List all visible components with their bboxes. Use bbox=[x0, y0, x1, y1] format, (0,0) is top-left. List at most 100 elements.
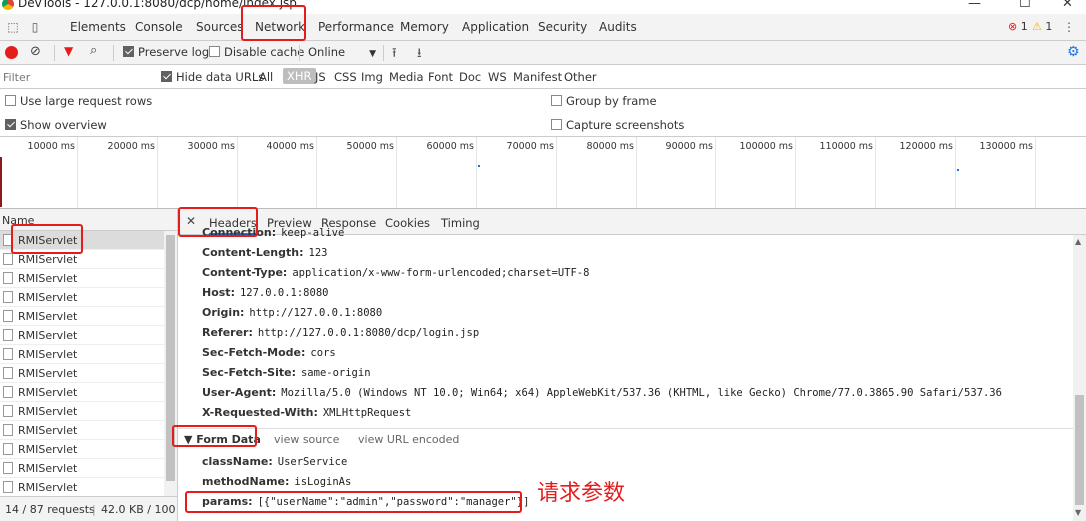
request-row[interactable]: RMIServlet bbox=[0, 307, 164, 326]
overview-tick-label: 20000 ms bbox=[107, 141, 155, 152]
file-icon bbox=[3, 291, 13, 303]
filter-type-manifest[interactable]: Manifest bbox=[513, 70, 562, 84]
request-name: RMIServlet bbox=[18, 367, 78, 380]
warning-icon: ⚠ bbox=[1032, 20, 1042, 33]
dropdown-arrow-icon: ▼ bbox=[369, 49, 377, 59]
request-row[interactable]: RMIServlet bbox=[0, 288, 164, 307]
warning-badge[interactable]: ⚠ 1 bbox=[1032, 20, 1052, 33]
disable-cache-checkbox[interactable]: Disable cache bbox=[209, 45, 304, 59]
export-har-icon[interactable]: ⭳ bbox=[417, 44, 422, 66]
request-list-scrollbar[interactable] bbox=[164, 231, 177, 496]
settings-gear-icon[interactable]: ⚙ bbox=[1067, 44, 1080, 60]
group-by-frame-checkbox[interactable]: Group by frame bbox=[551, 94, 657, 108]
large-request-rows-checkbox[interactable]: Use large request rows bbox=[5, 94, 152, 108]
request-row[interactable]: RMIServlet bbox=[0, 269, 164, 288]
filter-type-ws[interactable]: WS bbox=[488, 70, 507, 84]
header-key: Sec-Fetch-Mode: bbox=[202, 346, 306, 359]
request-row[interactable]: RMIServlet bbox=[0, 478, 164, 496]
toolbar-divider bbox=[113, 45, 114, 61]
details-scrollbar[interactable]: ▲ ▼ bbox=[1073, 235, 1086, 521]
throttling-select[interactable]: Online ▼ bbox=[308, 45, 376, 59]
capture-screenshots-checkbox[interactable]: Capture screenshots bbox=[551, 118, 684, 132]
request-row[interactable]: RMIServlet bbox=[0, 440, 164, 459]
error-badge[interactable]: ⊗ 1 bbox=[1008, 20, 1028, 33]
request-row[interactable]: RMIServlet bbox=[0, 459, 164, 478]
filter-type-font[interactable]: Font bbox=[428, 70, 453, 84]
clear-icon[interactable]: ⊘ bbox=[30, 44, 41, 59]
inspect-element-icon[interactable]: ⬚ bbox=[6, 20, 20, 34]
header-key: User-Agent: bbox=[202, 386, 277, 399]
overview-tick-label: 70000 ms bbox=[506, 141, 554, 152]
request-row[interactable]: RMIServlet bbox=[0, 364, 164, 383]
preserve-log-checkbox[interactable]: Preserve log bbox=[123, 45, 209, 59]
header-value: same-origin bbox=[300, 367, 371, 379]
request-row[interactable]: RMIServlet bbox=[0, 402, 164, 421]
network-overview-timeline[interactable]: 10000 ms 20000 ms 30000 ms 40000 ms 50000 ms… bbox=[0, 137, 1086, 209]
filter-type-xhr[interactable]: XHR bbox=[283, 68, 316, 84]
view-source-link[interactable]: view source bbox=[274, 433, 339, 446]
tab-sources[interactable]: Sources bbox=[196, 20, 243, 34]
filter-type-media[interactable]: Media bbox=[389, 70, 424, 84]
filter-type-doc[interactable]: Doc bbox=[459, 70, 481, 84]
request-row[interactable]: RMIServlet bbox=[0, 231, 164, 250]
request-name: RMIServlet bbox=[18, 348, 78, 361]
filter-type-other[interactable]: Other bbox=[564, 70, 597, 84]
minimize-button[interactable]: — bbox=[968, 0, 981, 11]
tab-memory[interactable]: Memory bbox=[400, 20, 449, 34]
device-toolbar-icon[interactable]: ▯ bbox=[28, 20, 42, 34]
overview-tick-line bbox=[795, 137, 796, 208]
request-name: RMIServlet bbox=[18, 291, 78, 304]
header-value: http://127.0.0.1:8080/dcp/login.jsp bbox=[257, 327, 480, 339]
filter-icon[interactable]: ▼ bbox=[64, 44, 73, 58]
tab-performance[interactable]: Performance bbox=[318, 20, 394, 34]
scrollbar-thumb[interactable] bbox=[166, 235, 175, 481]
filter-type-img[interactable]: Img bbox=[361, 70, 383, 84]
hide-data-urls-checkbox[interactable]: Hide data URLs bbox=[161, 70, 264, 84]
request-headers-list: Connection: keep-alive Content-Length: 123 C… bbox=[178, 209, 1073, 428]
show-overview-checkbox[interactable]: Show overview bbox=[5, 118, 107, 132]
tab-elements[interactable]: Elements bbox=[70, 20, 126, 34]
more-options-icon[interactable]: ⋮ bbox=[1062, 20, 1076, 34]
request-row[interactable]: RMIServlet bbox=[0, 421, 164, 440]
search-icon[interactable]: ⌕ bbox=[90, 43, 97, 58]
request-name: RMIServlet bbox=[18, 234, 78, 247]
request-row[interactable]: RMIServlet bbox=[0, 345, 164, 364]
scroll-down-arrow-icon[interactable]: ▼ bbox=[1075, 508, 1081, 517]
request-list-header[interactable]: Name bbox=[0, 209, 177, 231]
checkbox-unchecked bbox=[551, 119, 562, 130]
import-har-icon[interactable]: ⭱ bbox=[392, 44, 397, 66]
maximize-button[interactable]: ☐ bbox=[1019, 0, 1031, 11]
file-icon bbox=[3, 310, 13, 322]
form-data-toggle[interactable]: ▼ Form Data bbox=[184, 433, 261, 446]
overview-tick-line bbox=[77, 137, 78, 208]
request-name: RMIServlet bbox=[18, 424, 78, 437]
filter-type-js[interactable]: JS bbox=[315, 70, 326, 84]
header-key: Content-Type: bbox=[202, 266, 288, 279]
overview-tick-line bbox=[237, 137, 238, 208]
checkbox-unchecked bbox=[551, 95, 562, 106]
tab-audits[interactable]: Audits bbox=[599, 20, 637, 34]
tab-console[interactable]: Console bbox=[135, 20, 183, 34]
tab-security[interactable]: Security bbox=[538, 20, 587, 34]
overview-bar bbox=[0, 157, 2, 207]
filter-type-all[interactable]: All bbox=[259, 70, 273, 84]
file-icon bbox=[3, 329, 13, 341]
record-icon[interactable] bbox=[5, 46, 18, 59]
header-row: Content-Length: 123 bbox=[202, 246, 327, 259]
request-row[interactable]: RMIServlet bbox=[0, 383, 164, 402]
request-row[interactable]: RMIServlet bbox=[0, 250, 164, 269]
view-url-encoded-link[interactable]: view URL encoded bbox=[358, 433, 459, 446]
request-name: RMIServlet bbox=[18, 405, 78, 418]
scroll-up-arrow-icon[interactable]: ▲ bbox=[1075, 237, 1081, 246]
request-row[interactable]: RMIServlet bbox=[0, 326, 164, 345]
header-key: Connection: bbox=[202, 226, 277, 239]
filter-type-css[interactable]: CSS bbox=[334, 70, 357, 84]
tab-application[interactable]: Application bbox=[462, 20, 529, 34]
scrollbar-thumb[interactable] bbox=[1075, 395, 1084, 505]
checkbox-checked bbox=[5, 119, 16, 130]
form-data-section-header: ▼ Form Data view source view URL encoded bbox=[178, 428, 1073, 448]
filter-input[interactable] bbox=[0, 67, 150, 87]
close-window-button[interactable]: ✕ bbox=[1062, 0, 1073, 11]
tab-network[interactable]: Network bbox=[255, 20, 305, 34]
header-value: keep-alive bbox=[281, 227, 345, 239]
